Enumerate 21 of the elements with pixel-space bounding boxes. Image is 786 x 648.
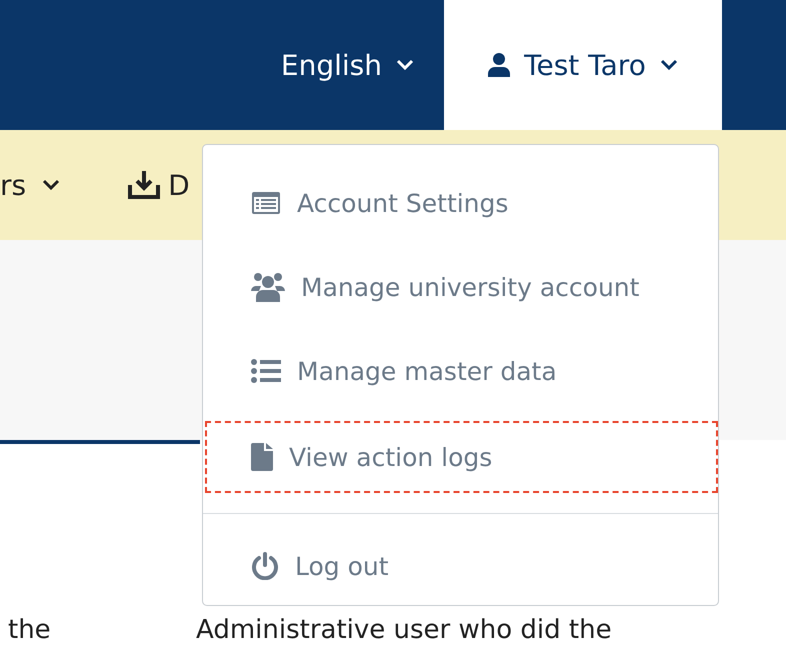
download-button[interactable]: D: [122, 168, 196, 202]
download-icon: [128, 171, 160, 199]
chevron-icon: [42, 179, 60, 191]
list-card-icon: [251, 191, 281, 215]
power-icon: [251, 552, 279, 580]
menu-item[interactable]: Account Settings: [205, 161, 716, 245]
user-icon: [488, 53, 510, 77]
user-menu-button[interactable]: Test Taro: [444, 0, 722, 130]
body-text: the: [8, 614, 51, 646]
language-dropdown[interactable]: English: [280, 0, 444, 130]
body-text: Administrative user who did the: [196, 614, 612, 646]
chevron-icon: [660, 59, 678, 71]
list-icon: [251, 359, 281, 383]
menu-item[interactable]: View action logs: [205, 421, 718, 493]
menu-item[interactable]: Manage master data: [205, 329, 716, 413]
menu-item[interactable]: Manage university account: [205, 245, 716, 329]
file-icon: [251, 443, 273, 471]
chevron-icon: [396, 59, 414, 71]
toolbar-dropdown[interactable]: rs: [0, 168, 66, 202]
users-icon: [251, 272, 285, 302]
menu-item[interactable]: Log out: [205, 524, 716, 608]
